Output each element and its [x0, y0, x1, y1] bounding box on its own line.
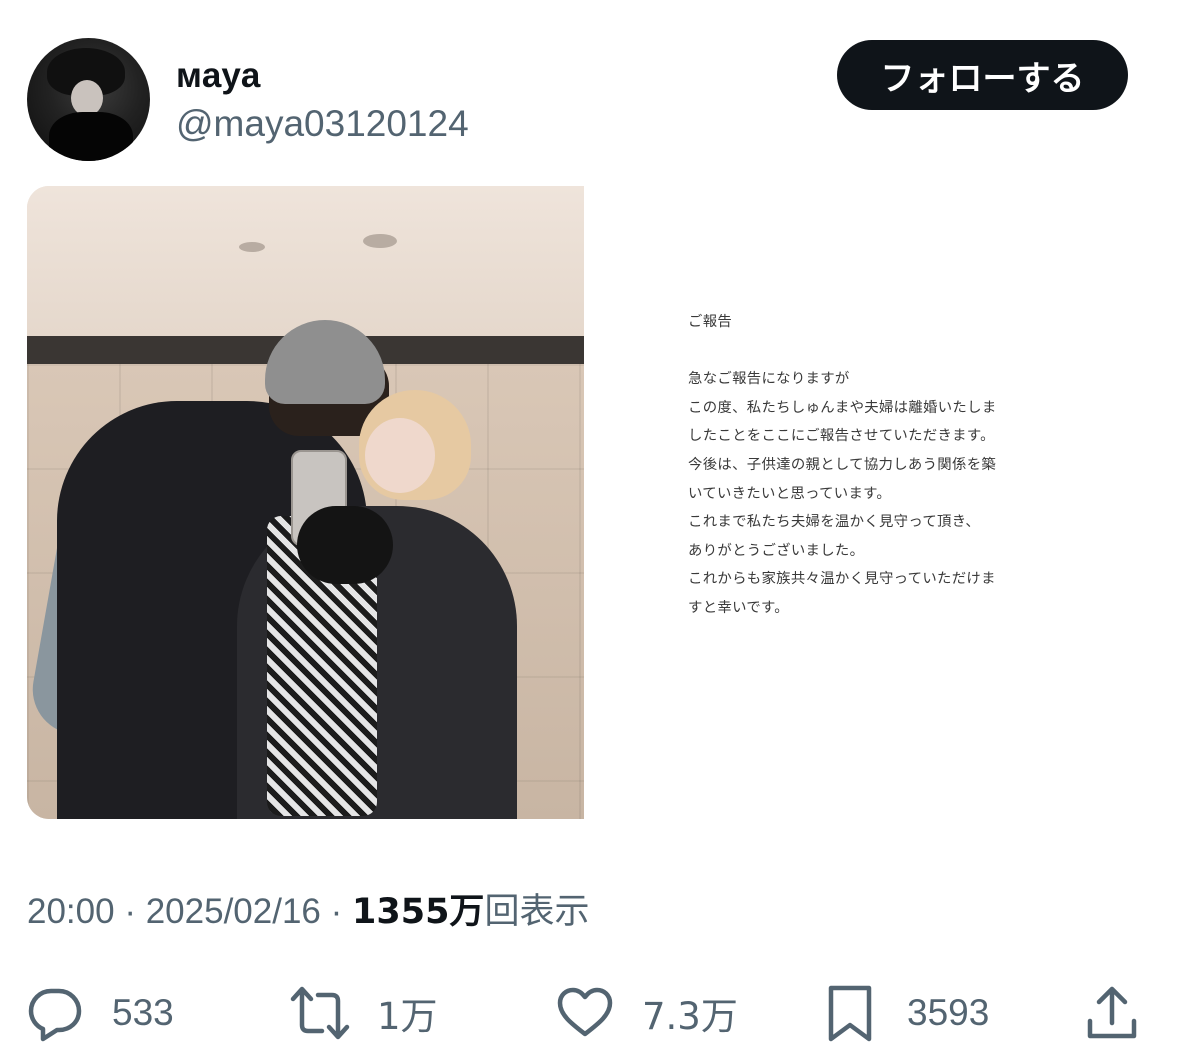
- bookmark-button[interactable]: 3593: [820, 983, 989, 1043]
- share-button[interactable]: [1082, 983, 1142, 1043]
- separator: ·: [330, 892, 343, 931]
- reply-icon: [28, 988, 82, 1042]
- follow-button[interactable]: フォローする: [837, 40, 1128, 110]
- repost-button[interactable]: 1万: [290, 983, 438, 1043]
- photo-ceiling: [27, 186, 584, 336]
- like-icon: [557, 987, 613, 1037]
- statement-text: ご報告 急なご報告になりますが この度、私たちしゅんまや夫婦は離婚いたしま した…: [688, 314, 997, 616]
- tweet-date[interactable]: 2025/02/16: [146, 892, 321, 931]
- reply-button[interactable]: 533: [25, 983, 174, 1043]
- like-button[interactable]: 7.3万: [555, 983, 738, 1043]
- ceiling-lamp: [239, 242, 265, 252]
- avatar[interactable]: [27, 38, 150, 161]
- couple-photo[interactable]: [27, 186, 584, 819]
- tweet-media: ご報告 急なご報告になりますが この度、私たちしゅんまや夫婦は離婚いたしま した…: [27, 186, 1139, 819]
- bookmark-icon: [828, 985, 872, 1042]
- like-count: 7.3万: [642, 995, 738, 1038]
- separator: ·: [124, 892, 136, 931]
- tweet-meta: 20:00 · 2025/02/16 · 1355万回表示: [27, 888, 589, 936]
- views-label: 回表示: [484, 892, 590, 932]
- repost-count: 1万: [377, 995, 438, 1038]
- repost-icon: [290, 986, 350, 1040]
- bookmark-count: 3593: [907, 992, 990, 1033]
- action-bar: 533 1万 7.3万 3593: [0, 983, 1179, 1043]
- ceiling-lamp: [363, 234, 397, 248]
- photo-glove: [297, 506, 393, 584]
- reply-count: 533: [112, 992, 174, 1033]
- display-name[interactable]: мaya: [176, 56, 260, 96]
- views-count[interactable]: 1355万: [352, 892, 484, 932]
- tweet-time[interactable]: 20:00: [27, 892, 115, 931]
- statement-image[interactable]: ご報告 急なご報告になりますが この度、私たちしゅんまや夫婦は離婚いたしま した…: [584, 186, 1139, 819]
- user-handle[interactable]: @maya03120124: [176, 103, 469, 145]
- avatar-coat: [49, 112, 133, 161]
- avatar-face: [71, 80, 103, 116]
- photo-face-right: [365, 418, 435, 493]
- share-icon: [1087, 986, 1137, 1039]
